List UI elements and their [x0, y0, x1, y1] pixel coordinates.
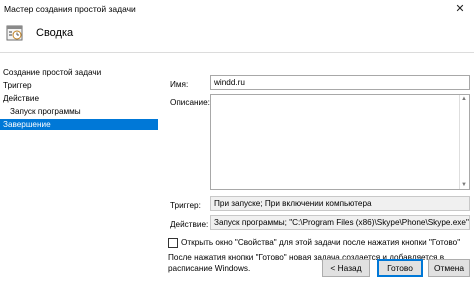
- wizard-header: Сводка: [0, 18, 474, 53]
- action-label: Действие:: [170, 220, 209, 229]
- description-label: Описание:: [170, 98, 210, 107]
- open-properties-checkbox[interactable]: [168, 238, 178, 248]
- step-action[interactable]: Действие: [0, 93, 158, 104]
- name-field[interactable]: windd.ru: [210, 75, 470, 90]
- open-properties-label[interactable]: Открыть окно "Свойства" для этой задачи …: [181, 238, 460, 247]
- trigger-label: Триггер:: [170, 201, 201, 210]
- back-button[interactable]: < Назад: [322, 259, 370, 277]
- window-title: Мастер создания простой задачи: [4, 4, 136, 14]
- close-button[interactable]: ✕: [446, 0, 474, 18]
- page-title: Сводка: [36, 27, 74, 39]
- wizard-steps: Создание простой задачи Триггер Действие…: [0, 62, 160, 300]
- action-field[interactable]: Запуск программы; "C:\Program Files (x86…: [210, 215, 470, 230]
- step-finish[interactable]: Завершение: [0, 119, 158, 130]
- step-create-task[interactable]: Создание простой задачи: [0, 67, 158, 78]
- description-scrollbar[interactable]: ▲ ▼: [459, 95, 469, 189]
- scroll-up-icon[interactable]: ▲: [461, 96, 467, 102]
- info-note: После нажатия кнопки "Готово" новая зада…: [168, 253, 445, 273]
- name-label: Имя:: [170, 80, 189, 89]
- finish-button[interactable]: Готово: [377, 259, 423, 277]
- description-field[interactable]: ▲ ▼: [210, 94, 470, 190]
- step-trigger[interactable]: Триггер: [0, 80, 158, 91]
- trigger-field[interactable]: При запуске; При включении компьютера: [210, 196, 470, 211]
- step-start-program[interactable]: Запуск программы: [0, 106, 158, 117]
- cancel-button[interactable]: Отмена: [428, 259, 470, 277]
- calendar-task-icon: [6, 25, 23, 41]
- scroll-down-icon[interactable]: ▼: [461, 182, 467, 188]
- title-bar: Мастер создания простой задачи ✕: [0, 0, 474, 18]
